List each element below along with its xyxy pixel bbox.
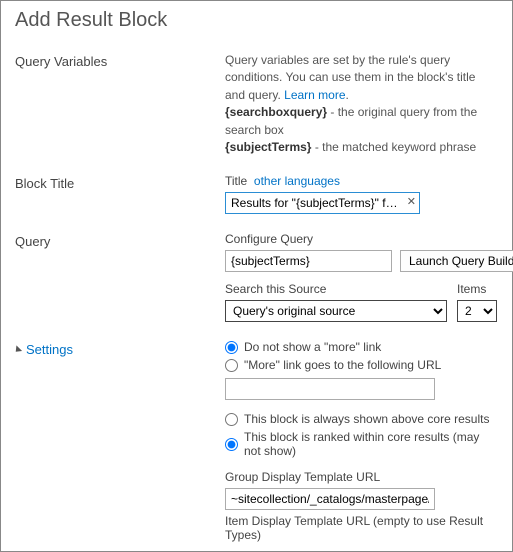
learn-more-link[interactable]: Learn more xyxy=(284,88,345,102)
more-none-radio[interactable] xyxy=(225,341,238,354)
position-above-label: This block is always shown above core re… xyxy=(244,412,489,426)
var-searchboxquery: {searchboxquery} - the original query fr… xyxy=(225,104,498,139)
items-label: Items xyxy=(457,282,497,296)
position-above-radio[interactable] xyxy=(225,413,238,426)
caret-icon xyxy=(13,345,22,354)
other-languages-link[interactable]: other languages xyxy=(254,174,340,188)
var2-desc: - the matched keyword phrase xyxy=(311,140,476,154)
more-url-input[interactable] xyxy=(225,378,435,400)
query-variables-help: Query variables are set by the rule's qu… xyxy=(225,52,498,104)
source-label: Search this Source xyxy=(225,282,447,296)
page-title: Add Result Block xyxy=(15,9,498,32)
group-template-label: Group Display Template URL xyxy=(225,470,498,484)
source-select[interactable]: Query's original source xyxy=(225,300,447,322)
query-label: Query xyxy=(15,232,225,322)
section-query: Query Configure Query Launch Query Build… xyxy=(15,232,498,322)
more-url-label: "More" link goes to the following URL xyxy=(244,358,441,372)
section-settings: Settings Do not show a "more" link "More… xyxy=(15,340,498,546)
section-query-variables: Query Variables Query variables are set … xyxy=(15,52,498,156)
position-ranked-label: This block is ranked within core results… xyxy=(244,430,498,458)
group-template-input[interactable] xyxy=(225,488,435,510)
settings-label: Settings xyxy=(26,342,73,357)
block-title-label: Block Title xyxy=(15,174,225,214)
query-variables-label: Query Variables xyxy=(15,52,225,156)
help-text-pre: Query variables are set by the rule's qu… xyxy=(225,53,475,102)
settings-toggle[interactable]: Settings xyxy=(15,342,225,357)
launch-query-builder-button[interactable]: Launch Query Builder xyxy=(400,250,513,272)
title-sublabel: Title xyxy=(225,174,247,188)
more-url-radio[interactable] xyxy=(225,359,238,372)
var1-name: {searchboxquery} xyxy=(225,105,327,119)
position-ranked-radio[interactable] xyxy=(225,438,238,451)
section-block-title: Block Title Title other languages ✕ xyxy=(15,174,498,214)
title-input[interactable] xyxy=(225,192,420,214)
var-subjectterms: {subjectTerms} - the matched keyword phr… xyxy=(225,139,498,156)
item-template-label: Item Display Template URL (empty to use … xyxy=(225,514,498,542)
items-select[interactable]: 2 xyxy=(457,300,497,322)
help-text-post: . xyxy=(346,88,349,102)
clear-icon[interactable]: ✕ xyxy=(407,195,416,208)
configure-query-label: Configure Query xyxy=(225,232,498,246)
query-input[interactable] xyxy=(225,250,392,272)
var2-name: {subjectTerms} xyxy=(225,140,311,154)
more-none-label: Do not show a "more" link xyxy=(244,340,381,354)
